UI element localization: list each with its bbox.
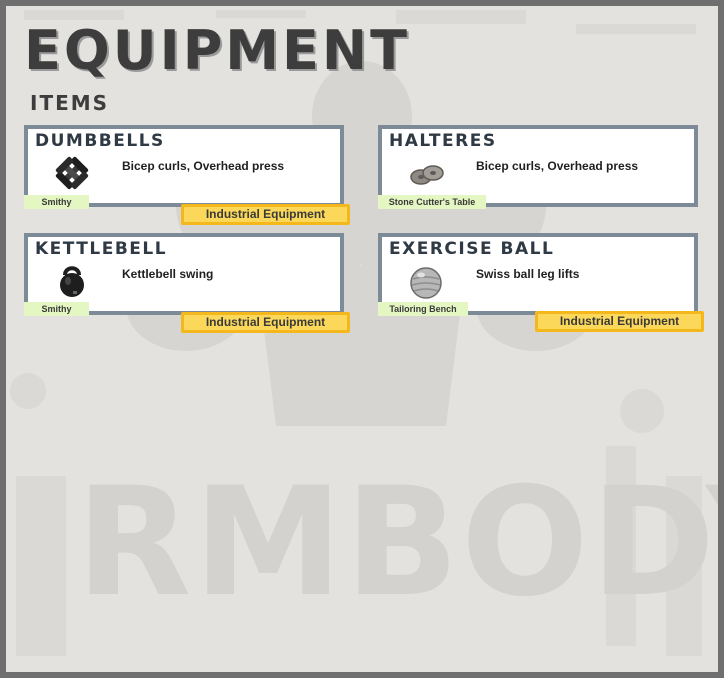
item-description: Swiss ball leg lifts [476,267,580,281]
industry-badge: Industrial Equipment [535,311,704,332]
item-name: HALTERES [389,131,497,151]
halteres-icon [410,165,444,185]
item-description: Kettlebell swing [122,267,214,281]
industry-badge: Industrial Equipment [181,204,350,225]
item-description: Bicep curls, Overhead press [122,159,285,173]
crafting-station-tag: Smithy [24,195,89,209]
item-description: Bicep curls, Overhead press [476,159,639,173]
item-name: EXERCISE BALL [389,239,555,259]
section-subtitle: ITEMS [30,91,110,115]
crafting-station-tag: Stone Cutter's Table [378,195,486,209]
crafting-station-tag: Smithy [24,302,89,316]
equipment-panel: RMBODY EQUIPMENT ITEMS DUMBBELLS Bicep c… [6,6,718,672]
watermark-text: RMBODY [76,456,718,630]
item-name: DUMBBELLS [35,131,165,151]
page-title: EQUIPMENT [24,19,410,82]
item-name: KETTLEBELL [35,239,168,259]
kettlebell-icon [60,266,84,297]
exercise-ball-icon [410,267,442,299]
industry-badge: Industrial Equipment [181,312,350,333]
crafting-station-tag: Tailoring Bench [378,302,468,316]
dumbbell-icon [55,156,89,190]
